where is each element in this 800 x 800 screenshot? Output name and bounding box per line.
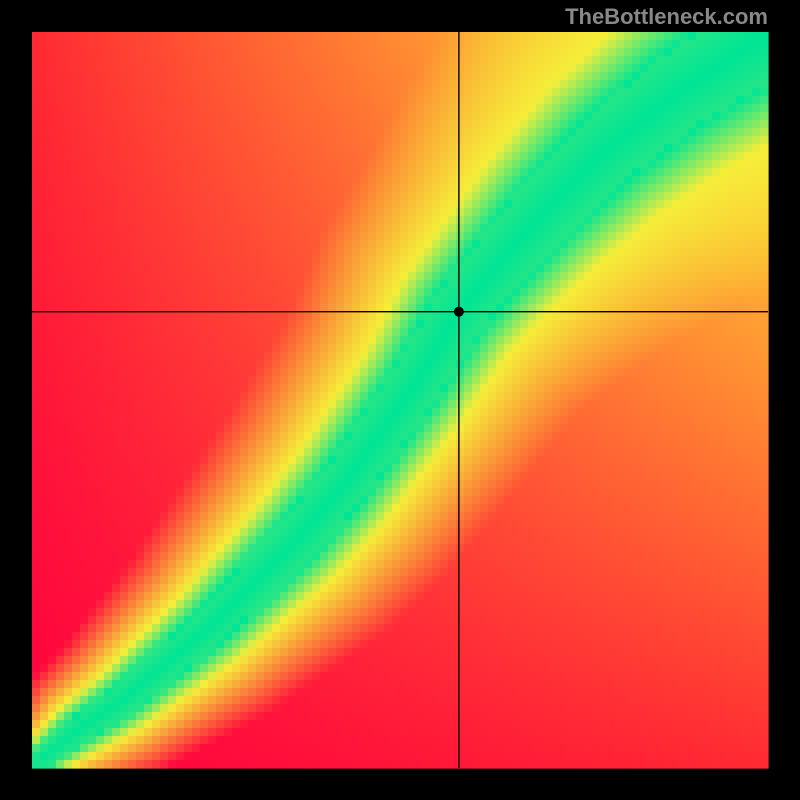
heat-field — [32, 32, 769, 769]
bottleneck-heatmap: TheBottleneck.com — [0, 0, 800, 800]
crosshair-dot — [454, 307, 464, 317]
watermark-text: TheBottleneck.com — [565, 4, 768, 29]
